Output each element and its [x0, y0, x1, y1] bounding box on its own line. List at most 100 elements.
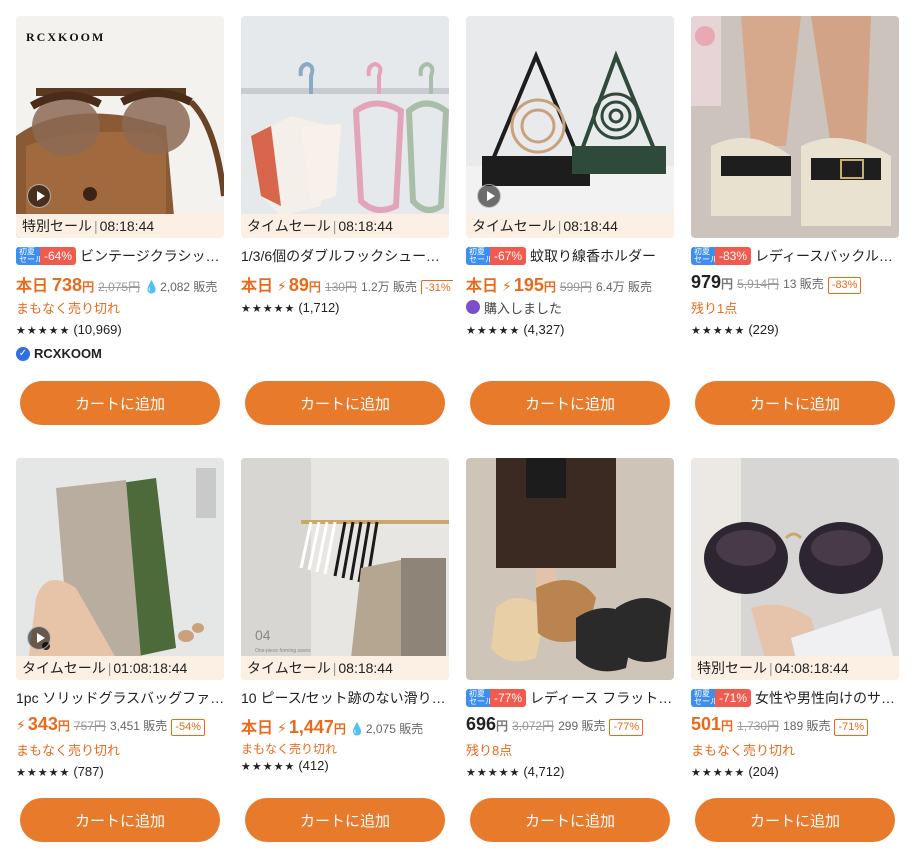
lightning-icon: ⚡ — [277, 278, 287, 294]
product-image[interactable]: 特別セール | 04:08:18:44 — [691, 458, 899, 680]
sale-badge: 初夏 セール -71% — [691, 689, 752, 707]
play-video-icon[interactable] — [27, 626, 51, 650]
add-to-cart-button[interactable]: カートに追加 — [245, 798, 445, 842]
sandals-photo — [691, 16, 899, 238]
product-title-row[interactable]: 1pc ソリッドグラスバッグファッション — [16, 688, 228, 708]
product-title-row[interactable]: 初夏セール-64% ビンテージクラシックラウンドサングラス — [16, 246, 228, 266]
product-title[interactable]: レディースバックルサンダル — [755, 246, 903, 266]
review-count: (412) — [298, 758, 329, 773]
review-count: (10,969) — [73, 322, 122, 337]
product-image[interactable]: タイムセール | 08:18:44 — [466, 16, 674, 238]
product-title-row[interactable]: 初夏セール-77% レディース フラットサンダル — [466, 688, 678, 708]
add-to-cart-button[interactable]: カートに追加 — [695, 798, 895, 842]
original-price: 130円 — [324, 280, 357, 294]
sold-count: 6.4万 販売 — [595, 280, 652, 294]
product-image[interactable]: 04 One-piece forming saves タイムセール | 08:18:… — [241, 458, 449, 680]
sale-label: タイムセール — [247, 660, 331, 676]
product-title-row[interactable]: 初夏セール-71% 女性や男性向けのサングラス — [691, 688, 903, 708]
shoe-hanger-photo — [241, 16, 449, 238]
lightning-icon: ⚡ — [502, 278, 512, 294]
product-title-row[interactable]: 1/3/6個のダブルフックシューハンガー — [241, 246, 453, 266]
add-to-cart-button[interactable]: カートに追加 — [20, 381, 220, 425]
sale-label: タイムセール — [472, 218, 556, 234]
sale-timer: 08:18:44 — [338, 218, 393, 234]
sale-label: タイムセール — [247, 218, 331, 234]
review-count: (1,712) — [298, 300, 340, 315]
shop-row[interactable]: ✓ RCXKOOM — [16, 346, 228, 361]
product-title[interactable]: 女性や男性向けのサングラス — [755, 688, 903, 708]
product-image[interactable] — [691, 16, 899, 238]
product-title[interactable]: 1pc ソリッドグラスバッグファッション — [16, 688, 228, 708]
buyer-avatar-icon — [466, 300, 480, 314]
sale-timer-bar: タイムセール | 08:18:44 — [241, 214, 449, 238]
add-to-cart-button[interactable]: カートに追加 — [245, 381, 445, 425]
product-card[interactable]: タイムセール | 08:18:44 初夏 セール -67% 蚊取り線香ホルダー 本日 ⚡… — [466, 16, 678, 425]
sale-timer: 08:18:44 — [563, 218, 618, 234]
star-rating-icon: ★★★★★ — [16, 767, 71, 779]
product-card[interactable]: 04 One-piece forming saves タイムセール | 08:18:… — [241, 458, 453, 842]
sold-count: 299 販売 — [558, 719, 606, 733]
product-image[interactable]: タイムセール | 01:08:18:44 — [16, 458, 224, 680]
rating-row: ★★★★★ (412) — [241, 758, 453, 776]
price-row: ⚡ 343 円 757円 3,451 販売 -54% — [16, 714, 228, 736]
product-card[interactable]: タイムセール|08:18:44 1/3/6個のダブルフックシューハンガー 本日 … — [241, 16, 453, 425]
product-card[interactable]: 初夏セール-77% レディース フラットサンダル 696円 3,072円 299… — [466, 458, 678, 842]
product-card[interactable]: タイムセール|01:08:18:44 1pc ソリッドグラスバッグファッション … — [16, 458, 228, 842]
product-image[interactable]: RCXKOOM 特別セール | 08:18:44 — [16, 16, 224, 238]
price: 343 — [27, 714, 58, 734]
add-to-cart-button[interactable]: カートに追加 — [470, 381, 670, 425]
price-prefix: 本日 — [241, 278, 274, 294]
sale-timer-bar: 特別セール | 08:18:44 — [16, 214, 224, 238]
price: 195 — [513, 275, 544, 294]
sale-badge: 初夏 セール -64% — [16, 247, 77, 265]
product-title[interactable]: 蚊取り線香ホルダー — [530, 246, 656, 266]
image-caption: One-piece forming saves — [255, 648, 311, 654]
star-rating-icon: ★★★★★ — [466, 325, 521, 337]
sold-count: 2,075 販売 — [365, 722, 424, 736]
rating-row: ★★★★★ (787) — [16, 764, 228, 782]
sold-count: 189 販売 — [783, 719, 831, 733]
product-image[interactable]: タイムセール | 08:18:44 — [241, 16, 449, 238]
sale-timer: 08:18:44 — [99, 218, 155, 234]
sale-timer-bar: タイムセール | 08:18:44 — [466, 214, 674, 238]
rating-row: ★★★★★ (1,712) — [241, 300, 453, 318]
review-count: (204) — [748, 764, 779, 779]
stock-note: 残り1点 — [691, 301, 738, 316]
sale-label: タイムセール — [22, 660, 106, 676]
add-to-cart-button[interactable]: カートに追加 — [470, 798, 670, 842]
price: 738 — [52, 275, 83, 294]
add-to-cart-button[interactable]: カートに追加 — [20, 798, 220, 842]
add-to-cart-button[interactable]: カートに追加 — [695, 381, 895, 425]
sale-badge: 初夏 セール -67% — [466, 247, 527, 265]
product-title[interactable]: ビンテージクラシックラウンドサングラス — [80, 246, 228, 266]
review-count: (229) — [748, 322, 779, 337]
play-video-icon[interactable] — [27, 184, 51, 208]
star-rating-icon: ★★★★★ — [691, 767, 746, 779]
play-video-icon[interactable] — [477, 184, 501, 208]
discount-percent: -77% — [609, 719, 644, 736]
star-rating-icon: ★★★★★ — [241, 303, 296, 315]
product-card[interactable]: RCXKOOM 特別セール | 08:18:44 初夏 セール -64% ビンテージクラ… — [16, 16, 228, 425]
sold-count: 2,082 販売 — [160, 280, 218, 294]
sale-timer-bar: 特別セール | 04:08:18:44 — [691, 656, 899, 680]
price-prefix: 本日 — [241, 720, 274, 736]
product-image[interactable] — [466, 458, 674, 680]
product-card[interactable]: 特別セール|04:08:18:44 初夏セール-71% 女性や男性向けのサングラ… — [691, 458, 903, 842]
sold-count: 3,451 販売 — [109, 719, 168, 733]
shop-name[interactable]: RCXKOOM — [34, 346, 102, 361]
discount-percent: -83% — [827, 277, 862, 294]
rating-row: ★★★★★ (204) — [691, 764, 903, 782]
original-price: 3,072円 — [512, 719, 555, 733]
product-title[interactable]: 1/3/6個のダブルフックシューハンガー — [241, 246, 453, 266]
clothes-hangers-photo: 04 One-piece forming saves — [241, 458, 449, 680]
product-title[interactable]: 10 ピース/セット跡のない滑り止めハンガー — [241, 688, 453, 708]
product-title-row[interactable]: 10 ピース/セット跡のない滑り止めハンガー — [241, 688, 453, 708]
product-title[interactable]: レディース フラットサンダル — [530, 688, 678, 708]
product-title-row[interactable]: 初夏セール-83% レディースバックルサンダル — [691, 246, 903, 266]
price-row: 501 円 1,730円 189 販売 -71% — [691, 714, 903, 736]
product-grid: RCXKOOM 特別セール | 08:18:44 初夏 セール -64% ビンテージクラ… — [0, 0, 910, 860]
discount-badge: -77% — [490, 689, 527, 707]
product-title-row[interactable]: 初夏 セール -67% 蚊取り線香ホルダー — [466, 246, 678, 266]
product-card[interactable]: 初夏セール-83% レディースバックルサンダル 979円 5,914円 13 販… — [691, 16, 903, 425]
discount-badge: -67% — [490, 247, 527, 265]
